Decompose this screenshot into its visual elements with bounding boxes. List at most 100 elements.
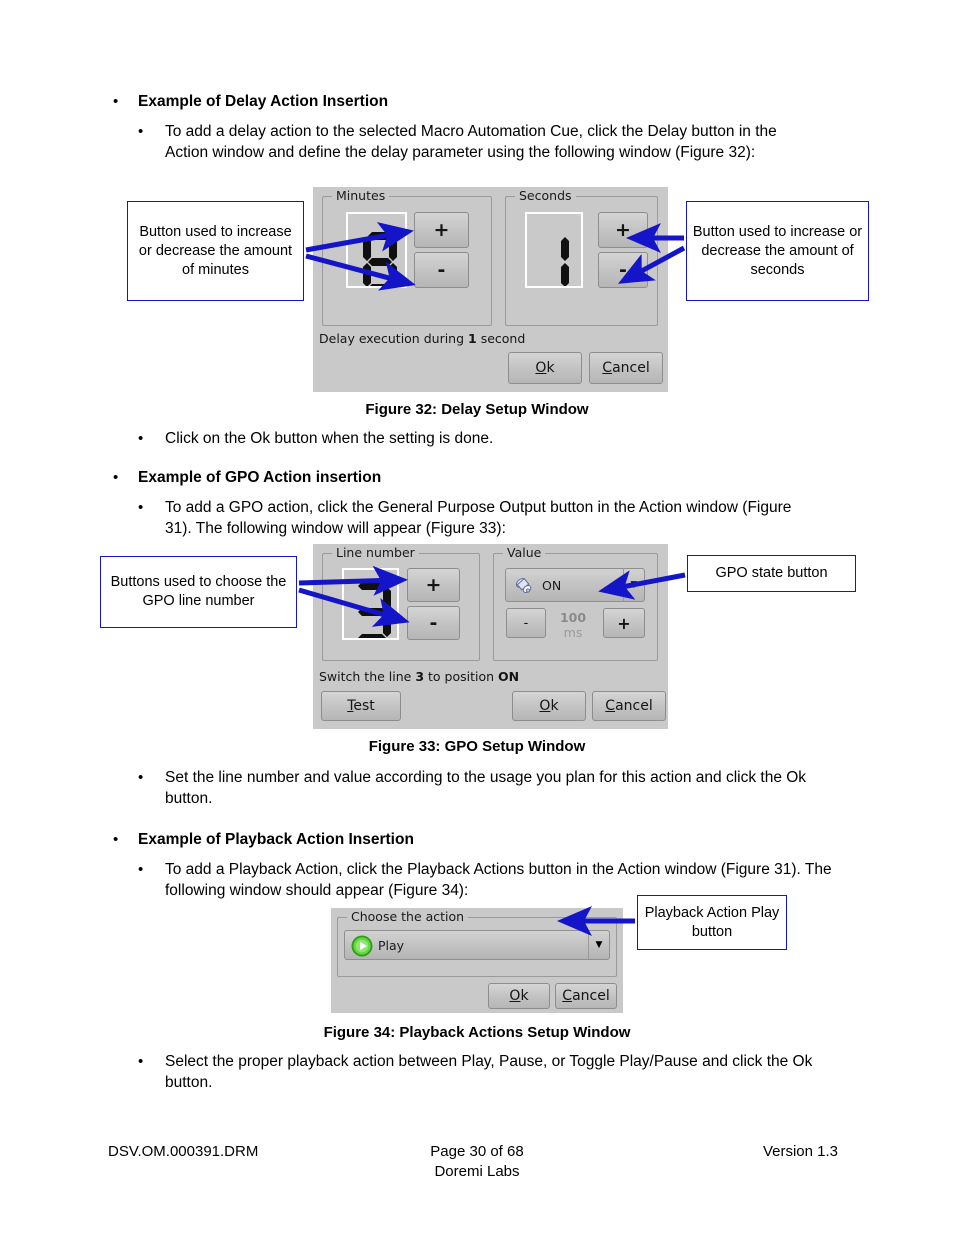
heading-playback-text: Example of Playback Action Insertion [138, 831, 414, 848]
footer-company: Doremi Labs [434, 1163, 520, 1180]
figure-34-caption-text: Figure 34: Playback Actions Setup Window [323, 1024, 631, 1041]
paragraph-delay-body: • To add a delay action to the selected … [138, 122, 820, 163]
gpo-test-button[interactable]: Test [321, 691, 401, 721]
seconds-increase-button[interactable]: + [598, 212, 648, 248]
bullet-dot: • [138, 123, 144, 140]
delay-status-text: Delay execution during 1 second [319, 331, 525, 346]
callout-gpo-line-text: Buttons used to choose the GPO line numb… [110, 574, 287, 609]
figure-32-caption-text: Figure 32: Delay Setup Window [365, 401, 589, 418]
chevron-down-icon[interactable]: ▼ [623, 569, 644, 601]
seconds-display [525, 212, 583, 288]
choose-action-group-label: Choose the action [347, 909, 469, 924]
paragraph-gpo-body: • To add a GPO action, click the General… [138, 498, 820, 539]
delay-status-prefix: Delay execution during [319, 331, 469, 346]
paragraph-delay-text: To add a delay action to the selected Ma… [165, 123, 777, 161]
footer-version: Version 1.3 [762, 1143, 838, 1160]
switch-icon [513, 575, 535, 601]
seconds-group-label: Seconds [515, 188, 576, 203]
duration-increase-button[interactable]: + [603, 608, 645, 638]
gpo-status-a: Switch the line [319, 669, 416, 684]
bullet-dot: • [138, 861, 144, 878]
playback-action-combo[interactable]: Play ▼ [344, 930, 610, 960]
minutes-increase-button[interactable]: + [414, 212, 469, 248]
minus-icon: - [429, 612, 438, 634]
gpo-state-label: ON [542, 577, 562, 593]
seconds-digit-one [561, 237, 569, 286]
callout-playback-text: Playback Action Play button [644, 904, 780, 940]
line-number-group-label: Line number [332, 545, 419, 560]
play-icon [350, 934, 374, 962]
callout-seconds-text: Button used to increase or decrease the … [692, 223, 863, 278]
figure-33-caption: Figure 33: GPO Setup Window [0, 738, 954, 755]
playback-action-label: Play [378, 937, 405, 953]
paragraph-delay-note: • Click on the Ok button when the settin… [138, 429, 820, 450]
gpo-setup-window: Line number + - Value ON ▼ - 100 ms + Sw… [313, 544, 668, 729]
bullet-dot: • [138, 1053, 144, 1070]
callout-seconds-buttons: Button used to increase or decrease the … [686, 201, 869, 301]
delay-setup-window: Minutes + - Seconds + - Delay execution … [313, 187, 668, 392]
gpo-state-combo[interactable]: ON ▼ [505, 568, 645, 602]
value-group-label: Value [503, 545, 546, 560]
heading-playback-example: • Example of Playback Action Insertion [113, 830, 738, 850]
paragraph-playback-note: • Select the proper playback action betw… [138, 1052, 835, 1093]
callout-minutes-buttons: Button used to increase or decrease the … [127, 201, 304, 301]
ok-label-rest: k [546, 360, 555, 376]
document-page: • Example of Delay Action Insertion • To… [0, 0, 954, 1235]
minus-icon: - [437, 259, 446, 281]
minutes-decrease-button[interactable]: - [414, 252, 469, 288]
plus-icon: + [615, 219, 631, 241]
minus-icon: - [523, 615, 529, 631]
heading-delay-example: • Example of Delay Action Insertion [113, 92, 738, 112]
plus-icon: + [433, 219, 450, 241]
bullet-dot: • [113, 469, 119, 486]
playback-ok-button[interactable]: Ok [488, 983, 550, 1009]
callout-gpo-state-button: GPO state button [687, 555, 856, 592]
gpo-cancel-button[interactable]: Cancel [592, 691, 666, 721]
paragraph-gpo-text: To add a GPO action, click the General P… [165, 499, 792, 537]
bullet-dot: • [138, 769, 144, 786]
duration-value: 100 [559, 610, 587, 625]
gpo-status-state: ON [498, 669, 520, 684]
heading-gpo-text: Example of GPO Action insertion [138, 469, 382, 486]
delay-status-suffix: second [476, 331, 526, 346]
heading-delay-text: Example of Delay Action Insertion [138, 93, 389, 110]
playback-setup-window: Choose the action Play ▼ Ok Cancel [331, 908, 623, 1013]
delay-ok-button[interactable]: Ok [508, 352, 582, 384]
line-increase-button[interactable]: + [407, 568, 460, 602]
paragraph-delay-note-text: Click on the Ok button when the setting … [165, 430, 494, 447]
callout-minutes-text: Button used to increase or decrease the … [138, 223, 293, 278]
seconds-decrease-button[interactable]: - [598, 252, 648, 288]
paragraph-playback-text: To add a Playback Action, click the Play… [165, 861, 832, 899]
line-number-digit-three [358, 582, 391, 638]
gpo-status-line: 3 [415, 669, 425, 684]
duration-unit: ms [563, 625, 583, 640]
delay-status-value: 1 [468, 331, 477, 346]
minus-icon: - [619, 259, 627, 281]
bullet-dot: • [138, 430, 144, 447]
heading-gpo-example: • Example of GPO Action insertion [113, 468, 738, 488]
paragraph-gpo-note-text: Set the line number and value according … [165, 769, 807, 807]
plus-icon: + [425, 574, 442, 596]
line-decrease-button[interactable]: - [407, 606, 460, 640]
figure-32-caption: Figure 32: Delay Setup Window [0, 401, 954, 418]
callout-playback-play-button: Playback Action Play button [637, 895, 787, 950]
figure-34-caption: Figure 34: Playback Actions Setup Window [0, 1024, 954, 1041]
chevron-down-icon[interactable]: ▼ [588, 931, 609, 959]
duration-decrease-button[interactable]: - [506, 608, 546, 638]
playback-cancel-button[interactable]: Cancel [555, 983, 617, 1009]
plus-icon: + [617, 613, 631, 633]
gpo-ok-button[interactable]: Ok [512, 691, 586, 721]
paragraph-gpo-note: • Set the line number and value accordin… [138, 768, 835, 809]
bullet-dot: • [113, 93, 119, 110]
paragraph-playback-note-text: Select the proper playback action betwee… [165, 1053, 813, 1091]
gpo-status-c: to position [424, 669, 499, 684]
line-number-display [342, 568, 399, 640]
bullet-dot: • [138, 499, 144, 516]
minutes-display [346, 212, 407, 288]
minutes-group-label: Minutes [332, 188, 390, 203]
delay-cancel-button[interactable]: Cancel [589, 352, 663, 384]
callout-gpo-line-buttons: Buttons used to choose the GPO line numb… [100, 556, 297, 628]
callout-gpo-state-text: GPO state button [715, 565, 828, 581]
figure-33-caption-text: Figure 33: GPO Setup Window [368, 738, 586, 755]
minutes-digit-zero [363, 232, 397, 286]
